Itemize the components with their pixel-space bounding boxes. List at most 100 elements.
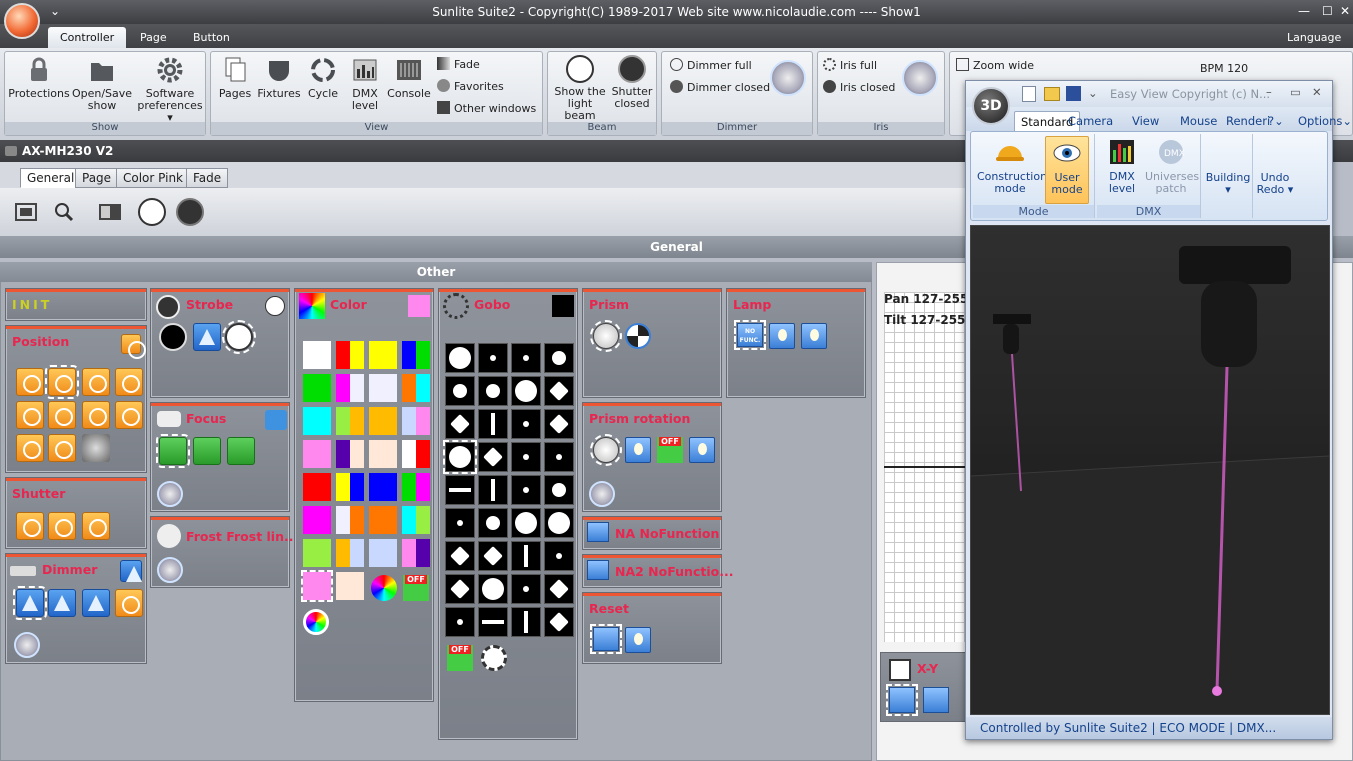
console-button[interactable]: Console: [387, 55, 431, 100]
iris-knob[interactable]: [902, 60, 938, 96]
beam-on-icon[interactable]: [138, 198, 166, 226]
tab-button[interactable]: Button: [181, 27, 242, 48]
lamp-off-icon[interactable]: [801, 323, 827, 349]
position-double-vertical-icon[interactable]: [48, 434, 76, 462]
position-double-horizontal-icon[interactable]: [115, 401, 143, 429]
color-swatch[interactable]: [402, 539, 430, 567]
user-mode-button[interactable]: User mode: [1045, 136, 1089, 204]
3d-close-button[interactable]: ✕: [1312, 85, 1322, 99]
color-swatch[interactable]: [402, 341, 430, 369]
gobo-pattern[interactable]: [445, 541, 475, 571]
gobo-pattern[interactable]: [478, 343, 508, 373]
section-init[interactable]: INIT: [5, 288, 147, 321]
favorites-button[interactable]: Favorites: [437, 79, 504, 93]
gobo-pattern[interactable]: [445, 508, 475, 538]
maximize-button[interactable]: ☐: [1322, 4, 1333, 18]
prism-open-icon[interactable]: [590, 320, 622, 352]
gobo-pattern[interactable]: [511, 574, 541, 604]
3d-tab-mouse[interactable]: Mouse: [1174, 111, 1223, 131]
gobo-pattern[interactable]: [478, 508, 508, 538]
gobo-pattern[interactable]: [544, 343, 574, 373]
gobo-pattern[interactable]: [544, 607, 574, 637]
prism-facet-icon[interactable]: [625, 323, 651, 349]
xy-move-icon[interactable]: [886, 684, 918, 716]
color-swatch[interactable]: [301, 570, 333, 602]
gobo-pattern[interactable]: [445, 475, 475, 505]
gobo-rotate-icon[interactable]: [481, 645, 507, 671]
gobo-pattern[interactable]: [544, 541, 574, 571]
position-circle-icon[interactable]: [16, 368, 44, 396]
gobo-pattern[interactable]: [478, 376, 508, 406]
color-swatch[interactable]: [369, 539, 397, 567]
tab-general[interactable]: General: [20, 168, 82, 188]
focus-2-icon[interactable]: [227, 437, 255, 465]
reset-nofunc-icon[interactable]: [590, 624, 622, 654]
na-nofunc-icon[interactable]: [587, 522, 609, 542]
gobo-pattern[interactable]: [445, 409, 475, 439]
color-swatch[interactable]: [369, 440, 397, 468]
3d-options-menu[interactable]: Options⌄: [1292, 111, 1353, 131]
dimmer-full-icon[interactable]: [13, 586, 47, 620]
gobo-pattern[interactable]: [511, 541, 541, 571]
gobo-pattern[interactable]: [511, 442, 541, 472]
dimmer-effect-icon[interactable]: [115, 589, 143, 617]
gobo-pattern[interactable]: [445, 343, 475, 373]
open-save-button[interactable]: Open/Save show: [71, 55, 133, 112]
pages-button[interactable]: Pages: [217, 55, 253, 100]
window-icon[interactable]: [12, 198, 40, 226]
dimmer-full-button[interactable]: Dimmer full: [670, 58, 752, 72]
prism-rotate-cw-icon[interactable]: [625, 437, 651, 463]
iris-full-button[interactable]: Iris full: [823, 58, 877, 72]
app-menu-button[interactable]: [4, 3, 40, 39]
color-swatch[interactable]: [336, 440, 364, 468]
color-swatch[interactable]: [303, 374, 331, 402]
position-wave-icon[interactable]: [115, 368, 143, 396]
dimmer-2-icon[interactable]: [82, 589, 110, 617]
color-swatch[interactable]: [336, 572, 364, 600]
color-swatch[interactable]: [369, 473, 397, 501]
color-swatch[interactable]: [336, 506, 364, 534]
color-swatch[interactable]: [402, 506, 430, 534]
gobo-pattern[interactable]: [544, 574, 574, 604]
shutter-open-icon[interactable]: [16, 512, 44, 540]
tab-page[interactable]: Page: [128, 27, 179, 48]
construction-mode-button[interactable]: Construction mode: [977, 136, 1047, 195]
tab-color-pink[interactable]: Color Pink: [116, 168, 191, 188]
3d-help-menu[interactable]: ?⌄: [1262, 111, 1290, 131]
minimize-button[interactable]: —: [1298, 4, 1310, 18]
customize-icon[interactable]: ⌄: [1088, 86, 1098, 100]
color-swatch[interactable]: [303, 506, 331, 534]
frost-dial[interactable]: [157, 557, 183, 583]
tab-controller[interactable]: Controller: [48, 27, 127, 48]
position-eight-icon[interactable]: [48, 401, 76, 429]
dimmer-knob[interactable]: [770, 60, 806, 96]
gobo-pattern[interactable]: [511, 409, 541, 439]
zoom-wide-button[interactable]: Zoom wide: [956, 58, 1034, 72]
3d-tab-camera[interactable]: Camera: [1062, 111, 1119, 131]
search-icon[interactable]: [50, 198, 78, 226]
building-button[interactable]: Building ▾: [1205, 172, 1251, 196]
color-swatch[interactable]: [303, 407, 331, 435]
reset-lamp-icon[interactable]: [625, 627, 651, 653]
prism-rotation-stop-icon[interactable]: [590, 434, 622, 466]
color-swatch[interactable]: [402, 440, 430, 468]
3d-dmx-level-button[interactable]: DMX level: [1101, 136, 1143, 195]
na2-nofunc-icon[interactable]: [587, 560, 609, 580]
gobo-pattern[interactable]: [445, 376, 475, 406]
gobo-pattern[interactable]: [478, 607, 508, 637]
xy-move-2-icon[interactable]: [923, 687, 949, 713]
focus-1-icon[interactable]: [193, 437, 221, 465]
gobo-pattern[interactable]: [511, 607, 541, 637]
dmx-level-button[interactable]: DMX level: [345, 55, 385, 112]
cycle-button[interactable]: Cycle: [305, 55, 341, 100]
save-icon[interactable]: [1066, 86, 1081, 101]
gobo-pattern[interactable]: [443, 440, 477, 474]
fixtures-button[interactable]: Fixtures: [257, 55, 301, 100]
shutter-strobe-icon[interactable]: [48, 512, 76, 540]
gobo-pattern[interactable]: [478, 574, 508, 604]
strobe-closed-icon[interactable]: [159, 323, 187, 351]
color-swatch[interactable]: [303, 341, 331, 369]
open-icon[interactable]: [1044, 87, 1060, 101]
position-rotate-icon[interactable]: [82, 434, 110, 462]
gobo-pattern[interactable]: [544, 409, 574, 439]
